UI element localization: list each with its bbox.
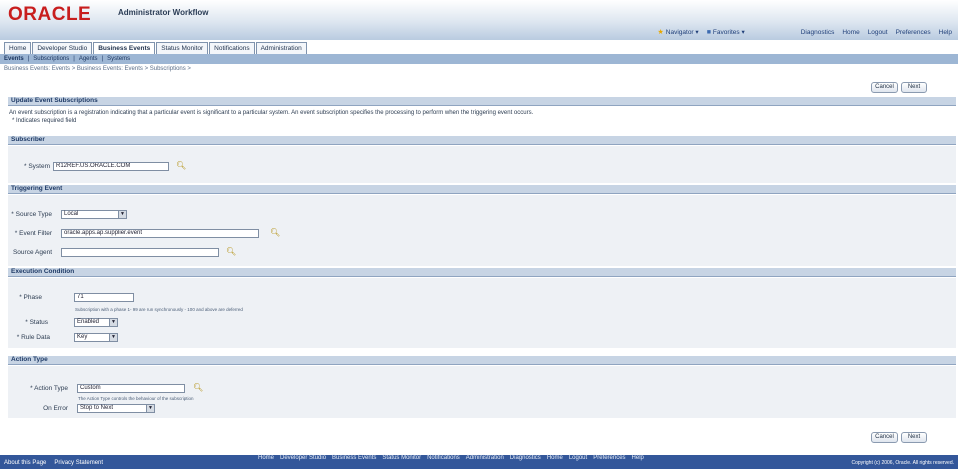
on-error-label: On Error xyxy=(43,405,68,412)
help-link[interactable]: Help xyxy=(939,29,952,36)
rule-data-select[interactable]: Key ▼ xyxy=(74,333,118,342)
favorites-icon: ■ xyxy=(706,29,711,36)
action-type-field[interactable]: Custom xyxy=(77,384,185,393)
phase-field[interactable]: 71 xyxy=(74,293,134,302)
source-type-select[interactable]: Local ▼ xyxy=(61,210,127,219)
system-label: * System xyxy=(23,163,50,170)
subscriber-header: Subscriber xyxy=(8,136,956,145)
tab-status-monitor[interactable]: Status Monitor xyxy=(156,42,209,54)
execution-condition-panel xyxy=(8,278,956,348)
triggering-event-header: Triggering Event xyxy=(8,185,956,194)
breadcrumb[interactable]: Business Events: Events > Business Event… xyxy=(4,66,191,72)
footer-left-links: About this Page Privacy Statement xyxy=(4,460,103,466)
navigator-icon: ★ xyxy=(657,29,664,36)
footer-home-link[interactable]: Home xyxy=(258,455,274,461)
source-agent-label: Source Agent xyxy=(12,249,52,256)
status-label: * Status xyxy=(25,319,48,326)
footer-home-link-2[interactable]: Home xyxy=(547,455,563,461)
phase-hint: Subscription with a phase 1- 99 are run … xyxy=(75,307,243,312)
global-links: ★ Navigator ▾ ■ Favorites ▾ Diagnostics Ho… xyxy=(658,28,953,37)
action-type-label: * Action Type xyxy=(30,385,68,392)
page-title: Update Event Subscriptions xyxy=(8,97,956,106)
cancel-button[interactable]: Cancel xyxy=(871,82,898,93)
tab-home[interactable]: Home xyxy=(4,42,32,54)
footer-preferences-link[interactable]: Preferences xyxy=(593,455,625,461)
logout-link[interactable]: Logout xyxy=(868,29,888,36)
source-agent-search-icon[interactable]: 🔍︎ xyxy=(226,247,236,256)
action-type-header: Action Type xyxy=(8,356,956,365)
chevron-down-icon: ▼ xyxy=(118,211,126,218)
next-button[interactable]: Next xyxy=(901,82,927,93)
diagnostics-link[interactable]: Diagnostics xyxy=(801,29,835,36)
app-title: Administrator Workflow xyxy=(118,8,209,17)
tab-administration[interactable]: Administration xyxy=(255,42,307,54)
footer-business-events-link[interactable]: Business Events xyxy=(332,455,376,461)
footer-links: Home Developer Studio Business Events St… xyxy=(258,455,644,461)
tab-developer-studio[interactable]: Developer Studio xyxy=(32,42,93,54)
footer-logout-link[interactable]: Logout xyxy=(569,455,587,461)
rule-data-label: * Rule Data xyxy=(16,334,50,341)
subnav-systems[interactable]: Systems xyxy=(107,56,130,62)
subnav-events[interactable]: Events xyxy=(4,56,24,62)
chevron-down-icon: ▼ xyxy=(146,405,154,412)
source-agent-field[interactable] xyxy=(61,248,219,257)
copyright: Copyright (c) 2006, Oracle. All rights r… xyxy=(851,460,954,466)
on-error-select[interactable]: Stop to Next ▼ xyxy=(77,404,155,413)
footer-developer-studio-link[interactable]: Developer Studio xyxy=(280,455,326,461)
execution-condition-header: Execution Condition xyxy=(8,268,956,277)
action-type-hint: The Action Type controls the behaviour o… xyxy=(78,396,194,401)
tab-business-events[interactable]: Business Events xyxy=(93,42,156,54)
subnav-subscriptions[interactable]: Subscriptions xyxy=(33,56,69,62)
home-link[interactable]: Home xyxy=(842,29,859,36)
chevron-down-icon: ▼ xyxy=(109,319,117,326)
status-select[interactable]: Enabled ▼ xyxy=(74,318,118,327)
required-note: * Indicates required field xyxy=(12,118,77,124)
system-field[interactable]: R12REF.US.ORACLE.COM xyxy=(53,162,169,171)
action-type-search-icon[interactable]: 🔍︎ xyxy=(193,383,203,392)
favorites-menu[interactable]: ■ Favorites ▾ xyxy=(707,28,745,36)
chevron-down-icon: ▼ xyxy=(109,334,117,341)
event-filter-label: * Event Filter xyxy=(14,230,52,237)
main-tabs: Home Developer Studio Business Events St… xyxy=(4,42,307,54)
preferences-link[interactable]: Preferences xyxy=(896,29,931,36)
page-description: An event subscription is a registration … xyxy=(9,110,534,116)
cancel-button-bottom[interactable]: Cancel xyxy=(871,432,898,443)
footer-administration-link[interactable]: Administration xyxy=(466,455,504,461)
footer-status-monitor-link[interactable]: Status Monitor xyxy=(382,455,421,461)
footer-help-link[interactable]: Help xyxy=(632,455,644,461)
system-search-icon[interactable]: 🔍︎ xyxy=(176,161,186,170)
phase-label: * Phase xyxy=(19,294,42,301)
privacy-statement-link[interactable]: Privacy Statement xyxy=(54,460,103,466)
event-filter-search-icon[interactable]: 🔍︎ xyxy=(270,228,280,237)
app-header: ORACLE Administrator Workflow ★ Navigator… xyxy=(0,0,958,40)
source-type-label: * Source Type xyxy=(11,211,52,218)
event-filter-field[interactable]: oracle.apps.ap.supplier.event xyxy=(61,229,259,238)
footer-notifications-link[interactable]: Notifications xyxy=(427,455,460,461)
footer: Home Developer Studio Business Events St… xyxy=(0,455,958,469)
sub-navigation: Events | Subscriptions | Agents | System… xyxy=(0,54,958,64)
subnav-agents[interactable]: Agents xyxy=(79,56,98,62)
navigator-menu[interactable]: ★ Navigator ▾ xyxy=(658,28,699,36)
tab-notifications[interactable]: Notifications xyxy=(209,42,255,54)
footer-diagnostics-link[interactable]: Diagnostics xyxy=(510,455,541,461)
next-button-bottom[interactable]: Next xyxy=(901,432,927,443)
about-page-link[interactable]: About this Page xyxy=(4,460,46,466)
oracle-logo: ORACLE xyxy=(8,4,92,25)
